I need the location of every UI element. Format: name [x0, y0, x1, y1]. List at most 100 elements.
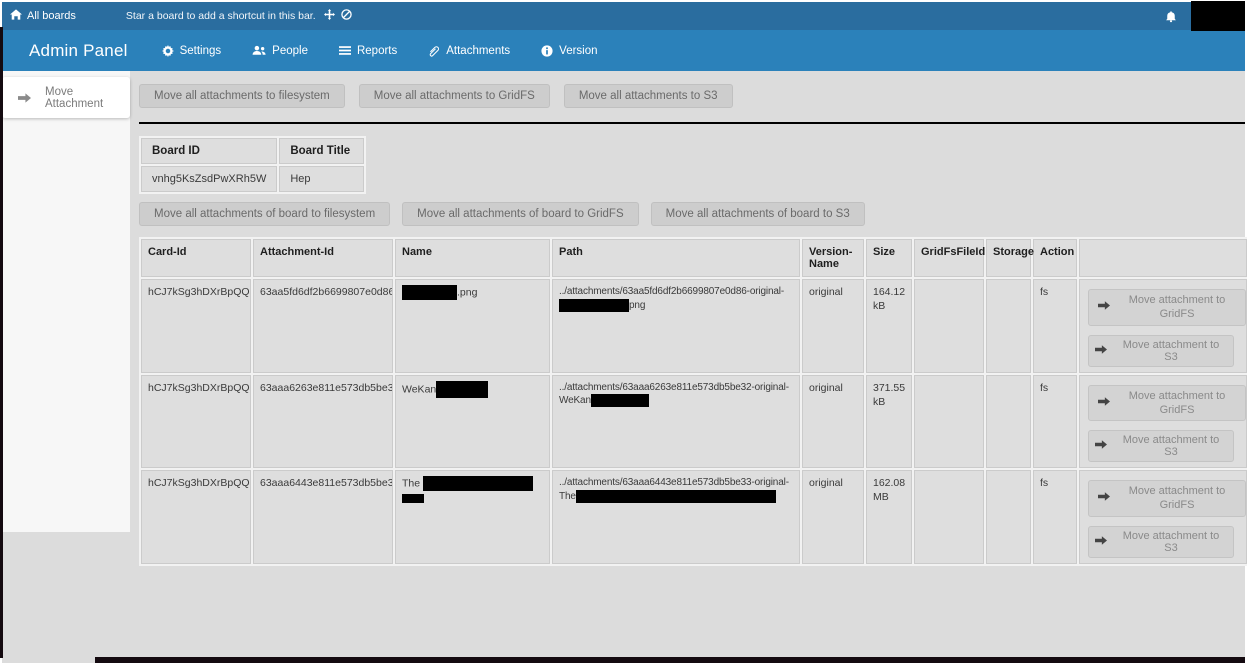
col-path: Path [552, 239, 800, 277]
gridfsfileid-cell [914, 470, 984, 564]
attachment-id-cell: 63aaa6443e811e573db5be33 [253, 470, 393, 564]
col-action: Action [1033, 239, 1077, 277]
board-row: vnhg5KsZsdPwXRh5W Hep [141, 166, 364, 192]
arrow-right-icon [1098, 491, 1110, 505]
col-attachment-id: Attachment-Id [253, 239, 393, 277]
global-actions-row: Move all attachments to filesystem Move … [139, 71, 1245, 108]
board-title-header: Board Title [279, 138, 364, 164]
move-attachment-to-s3-button[interactable]: Move attachment to S3 [1088, 430, 1234, 462]
storage-cell [986, 279, 1031, 373]
card-id-cell: hCJ7kSg3hDXrBpQQa [141, 279, 251, 373]
redacted-box [436, 381, 488, 398]
move-board-to-filesystem-button[interactable]: Move all attachments of board to filesys… [139, 202, 390, 226]
card-id-cell: hCJ7kSg3hDXrBpQQa [141, 470, 251, 564]
move-all-to-gridfs-button[interactable]: Move all attachments to GridFS [359, 84, 550, 108]
arrow-right-icon [1095, 536, 1107, 548]
arrow-right-icon [1098, 396, 1110, 410]
board-id-cell: vnhg5KsZsdPwXRh5W [141, 166, 277, 192]
redacted-box [423, 476, 533, 491]
move-attachment-to-gridfs-button[interactable]: Move attachment to GridFS [1088, 385, 1246, 422]
tab-attachments[interactable]: Attachments [428, 45, 510, 57]
path-cell: ../attachments/63aaa6263e811e573db5be32-… [552, 375, 800, 469]
all-boards-label: All boards [27, 10, 76, 22]
move-board-to-gridfs-button[interactable]: Move all attachments of board to GridFS [402, 202, 638, 226]
shortcut-hint: Star a board to add a shortcut in this b… [126, 10, 316, 22]
tab-people[interactable]: People [252, 45, 308, 57]
all-boards-link[interactable]: All boards [2, 9, 84, 23]
redacted-box [402, 494, 424, 503]
notifications-bell-icon[interactable] [1165, 10, 1177, 23]
board-actions-row: Move all attachments of board to filesys… [139, 194, 1245, 226]
gear-icon [162, 45, 174, 57]
board-title-cell: Hep [279, 166, 364, 192]
move-attachment-to-gridfs-button[interactable]: Move attachment to GridFS [1088, 289, 1246, 326]
main-panel: Move all attachments to filesystem Move … [139, 71, 1245, 566]
paperclip-icon [428, 45, 440, 57]
arrow-right-icon [1098, 300, 1110, 314]
row-buttons-cell: Move attachment to GridFS Move attachmen… [1079, 279, 1247, 373]
window-left-edge [0, 27, 3, 658]
size-cell: 164.12 kB [866, 279, 912, 373]
home-icon [10, 9, 22, 23]
path-cell: ../attachments/63aa5fd6df2b6699807e0d86-… [552, 279, 800, 373]
divider [139, 122, 1245, 124]
move-attachment-to-s3-button[interactable]: Move attachment to S3 [1088, 335, 1234, 367]
attachment-id-cell: 63aa5fd6df2b6699807e0d86 [253, 279, 393, 373]
gridfsfileid-cell [914, 375, 984, 469]
move-all-to-s3-button[interactable]: Move all attachments to S3 [564, 84, 733, 108]
redacted-user-avatar[interactable] [1191, 1, 1245, 31]
action-cell: fs [1033, 375, 1077, 469]
redacted-box [576, 490, 776, 503]
sidebar: Move Attachment [2, 71, 130, 532]
sidebar-item-label: Move Attachment [45, 86, 130, 110]
app-frame: All boards Star a board to add a shortcu… [2, 2, 1245, 663]
admin-panel-bar: Admin Panel Settings People Reports [2, 30, 1245, 71]
name-cell: .png [395, 279, 550, 373]
tab-settings[interactable]: Settings [162, 45, 222, 57]
col-version-name: Version-Name [802, 239, 864, 277]
move-attachment-to-s3-button[interactable]: Move attachment to S3 [1088, 526, 1234, 558]
version-name-cell: original [802, 470, 864, 564]
move-attachment-to-gridfs-button[interactable]: Move attachment to GridFS [1088, 480, 1246, 517]
people-icon [252, 45, 266, 56]
board-table: Board ID Board Title vnhg5KsZsdPwXRh5W H… [139, 136, 366, 194]
admin-tabs: Settings People Reports Attachments [162, 45, 629, 57]
row-buttons-cell: Move attachment to GridFS Move attachmen… [1079, 470, 1247, 564]
move-shortcut-icon[interactable] [324, 9, 335, 23]
action-cell: fs [1033, 279, 1077, 373]
card-id-cell: hCJ7kSg3hDXrBpQQa [141, 375, 251, 469]
content-area: Move Attachment Move all attachments to … [2, 71, 1245, 663]
version-name-cell: original [802, 279, 864, 373]
top-bar: All boards Star a board to add a shortcu… [2, 2, 1245, 30]
attachments-table: Card-Id Attachment-Id Name Path Version-… [139, 237, 1247, 566]
tab-reports[interactable]: Reports [339, 45, 397, 57]
horizontal-scrollbar[interactable] [95, 657, 1245, 663]
action-cell: fs [1033, 470, 1077, 564]
arrow-right-icon [1095, 345, 1107, 357]
col-card-id: Card-Id [141, 239, 251, 277]
redacted-box [591, 394, 649, 407]
page-title: Admin Panel [29, 41, 128, 61]
table-row: hCJ7kSg3hDXrBpQQa 63aaa6443e811e573db5be… [141, 470, 1247, 564]
move-all-to-filesystem-button[interactable]: Move all attachments to filesystem [139, 84, 345, 108]
ban-icon[interactable] [341, 9, 352, 23]
size-cell: 162.08 MB [866, 470, 912, 564]
board-id-header: Board ID [141, 138, 277, 164]
path-cell: ../attachments/63aaa6443e811e573db5be33-… [552, 470, 800, 564]
col-size: Size [866, 239, 912, 277]
tab-version[interactable]: Version [541, 45, 597, 57]
col-storage: Storage [986, 239, 1031, 277]
row-buttons-cell: Move attachment to GridFS Move attachmen… [1079, 375, 1247, 469]
storage-cell [986, 375, 1031, 469]
col-gridfsfileid: GridFsFileId [914, 239, 984, 277]
info-icon [541, 45, 553, 57]
sidebar-item-move-attachment[interactable]: Move Attachment [2, 77, 130, 118]
col-buttons [1079, 239, 1247, 277]
version-name-cell: original [802, 375, 864, 469]
move-board-to-s3-button[interactable]: Move all attachments of board to S3 [651, 202, 865, 226]
table-row: hCJ7kSg3hDXrBpQQa 63aaa6263e811e573db5be… [141, 375, 1247, 469]
attachments-header-row: Card-Id Attachment-Id Name Path Version-… [141, 239, 1247, 277]
name-cell: WeKan [395, 375, 550, 469]
storage-cell [986, 470, 1031, 564]
name-cell: The [395, 470, 550, 564]
